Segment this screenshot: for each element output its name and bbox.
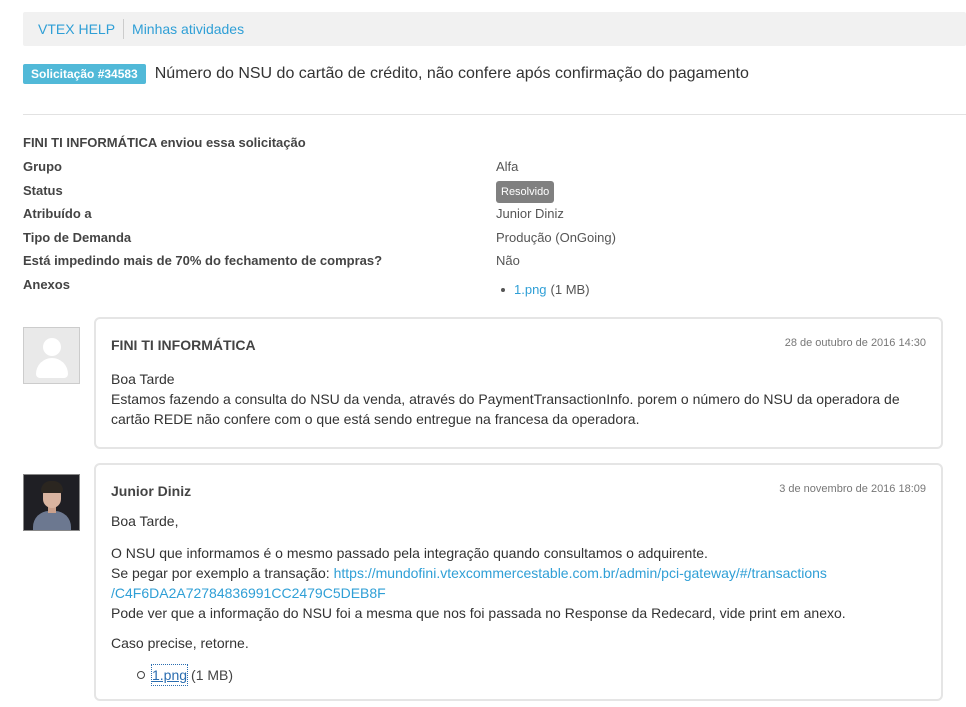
detail-label: Atribuído a	[23, 206, 92, 221]
default-avatar-icon	[23, 327, 80, 384]
ticket-details: FINI TI INFORMÁTICA enviou essa solicita…	[23, 133, 966, 298]
page-title: Número do NSU do cartão de crédito, não …	[154, 65, 749, 82]
detail-value: Alfa	[496, 159, 519, 174]
comment-text: Se pegar por exemplo a transação: https:…	[111, 563, 926, 583]
bullet-icon	[501, 287, 505, 292]
attachment-link[interactable]: 1.png	[514, 280, 547, 300]
circle-bullet-icon	[137, 671, 145, 679]
comment-text-prefix: Se pegar por exemplo a transação:	[111, 565, 330, 581]
status-badge: Resolvido	[496, 180, 555, 203]
ticket-header: Solicitação #34583 Número do NSU do cart…	[23, 64, 749, 84]
attachment-size: (1 MB)	[550, 281, 590, 297]
breadcrumb: VTEX HELP Minhas atividades	[23, 12, 966, 46]
user-avatar	[23, 474, 80, 531]
comment-text: Caso precise, retorne.	[111, 635, 249, 651]
breadcrumb-separator	[123, 19, 125, 39]
divider	[23, 114, 966, 115]
breadcrumb-home-link[interactable]: VTEX HELP	[38, 21, 115, 37]
comment: Junior Diniz 3 de novembro de 2016 18:09…	[94, 463, 943, 701]
ticket-id-badge: Solicitação #34583	[23, 64, 146, 84]
transaction-link[interactable]: https://mundofini.vtexcommercestable.com…	[334, 565, 827, 581]
comment-text: Boa Tarde	[111, 371, 175, 387]
comment-text: Estamos fazendo a consulta do NSU da ven…	[111, 391, 900, 427]
detail-value: Produção (OnGoing)	[496, 229, 616, 245]
comment: FINI TI INFORMÁTICA 28 de outubro de 201…	[94, 317, 943, 449]
comment-text: Boa Tarde,	[111, 513, 179, 529]
comment-text: O NSU que informamos é o mesmo passado p…	[111, 545, 708, 561]
detail-value: Junior Diniz	[496, 206, 564, 221]
attachment-link[interactable]: 1.png	[150, 664, 189, 686]
detail-label: Tipo de Demanda	[23, 229, 132, 245]
comment-date: 3 de novembro de 2016 18:09	[779, 483, 926, 495]
attachment-item: 1.png (1 MB)	[496, 280, 590, 300]
comment-date: 28 de outubro de 2016 14:30	[784, 337, 926, 349]
detail-label: Está impedindo mais de 70% do fechamento…	[23, 253, 383, 268]
attachment-item: 1.png (1 MB)	[137, 664, 926, 686]
detail-row-status: Status Resolvido	[23, 180, 966, 205]
detail-label: Status	[23, 182, 63, 198]
detail-row-blocking: Está impedindo mais de 70% do fechamento…	[23, 251, 966, 275]
detail-value: Não	[496, 253, 520, 268]
avatar-hair	[41, 481, 63, 493]
detail-row-assignee: Atribuído a Junior Diniz	[23, 204, 966, 228]
detail-label: Grupo	[23, 159, 62, 174]
detail-row-demand-type: Tipo de Demanda Produção (OnGoing)	[23, 228, 966, 252]
requester-line: FINI TI INFORMÁTICA enviou essa solicita…	[23, 135, 306, 150]
detail-label: Anexos	[23, 276, 70, 292]
comment-text: Pode ver que a informação do NSU foi a m…	[111, 605, 846, 621]
avatar-body	[33, 511, 71, 530]
detail-row-attachments: Anexos 1.png (1 MB)	[23, 275, 966, 299]
comment-text: /C4F6DA2A72784836991CC2479C5DEB8F	[111, 583, 926, 603]
attachment-size: (1 MB)	[191, 667, 234, 683]
transaction-link-continued[interactable]: /C4F6DA2A72784836991CC2479C5DEB8F	[111, 585, 386, 601]
detail-row-group: Grupo Alfa	[23, 157, 966, 181]
breadcrumb-current-link[interactable]: Minhas atividades	[132, 21, 244, 37]
